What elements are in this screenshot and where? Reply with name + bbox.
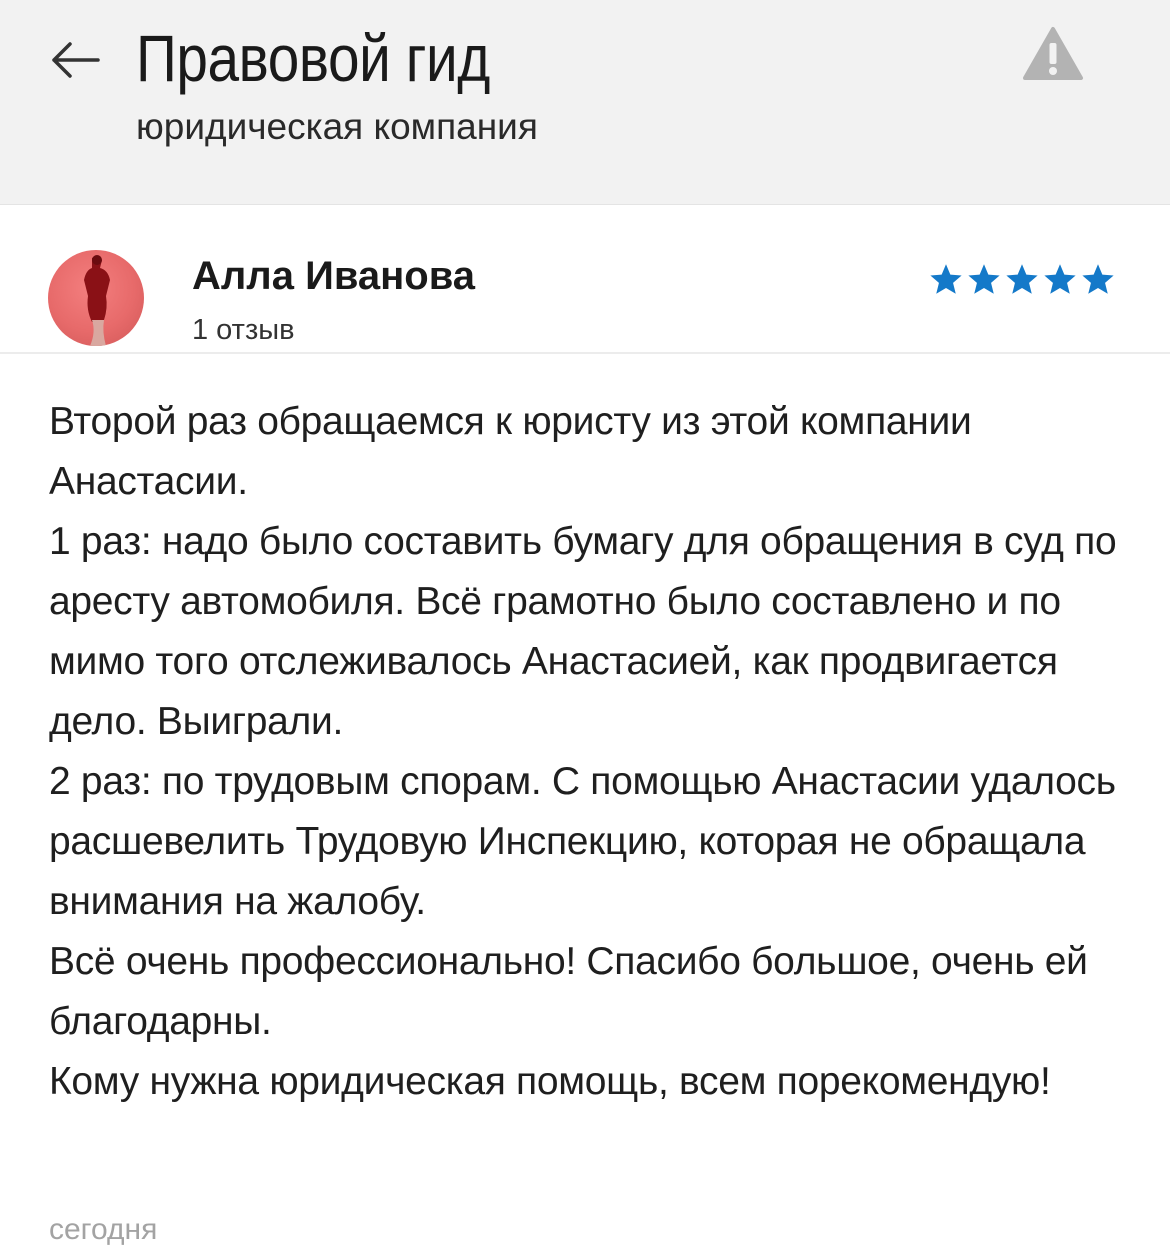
avatar[interactable] (48, 250, 144, 346)
review-text: Второй раз обращаемся к юристу из этой к… (49, 400, 1117, 1103)
review-date: сегодня (49, 1213, 158, 1246)
star-icon (930, 264, 962, 294)
app-header: Правовой гид юридическая компания (0, 0, 1170, 205)
rating-stars (928, 262, 1116, 298)
author-name[interactable]: Алла Иванова (192, 252, 475, 300)
page-title: Правовой гид (136, 21, 490, 95)
avatar-photo (84, 255, 110, 346)
warning-triangle-icon (1023, 27, 1083, 80)
star-icon (1044, 264, 1076, 294)
back-button[interactable] (40, 28, 110, 92)
page-subtitle: юридическая компания (136, 106, 538, 147)
divider (0, 352, 1170, 354)
star-icon (1006, 264, 1038, 294)
arrow-left-icon (52, 42, 100, 78)
star-icon (968, 264, 1000, 294)
author-review-count: 1 отзыв (192, 314, 295, 346)
star-icon (1082, 264, 1114, 294)
report-button[interactable] (1022, 26, 1084, 82)
